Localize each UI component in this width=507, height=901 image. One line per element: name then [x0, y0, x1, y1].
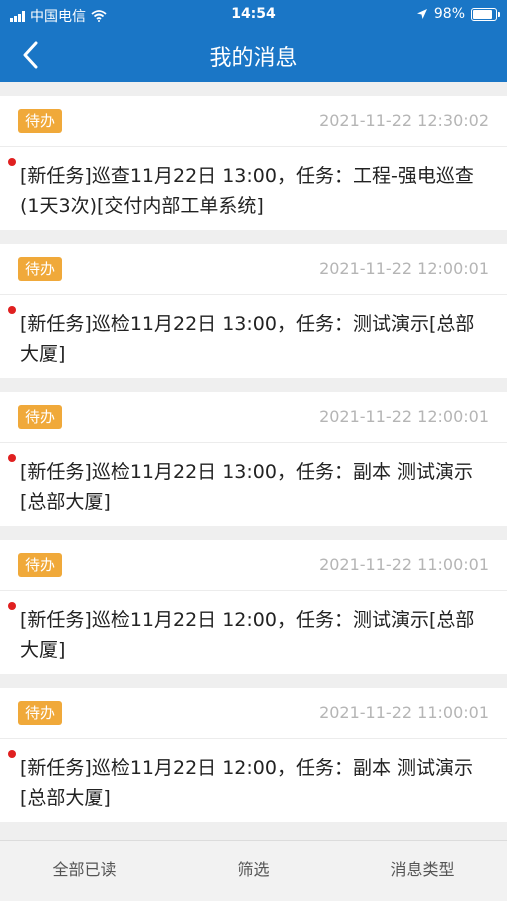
message-content: [新任务]巡检11月22日 13:00，任务：测试演示[总部大厦] — [20, 313, 475, 365]
message-item[interactable]: 待办 2021-11-22 11:00:01 [新任务]巡检11月22日 12:… — [0, 540, 507, 674]
message-content: [新任务]巡查11月22日 13:00，任务：工程-强电巡查(1天3次)[交付内… — [20, 165, 474, 217]
message-time: 2021-11-22 12:00:01 — [319, 407, 489, 426]
message-time: 2021-11-22 12:30:02 — [319, 111, 489, 130]
todo-badge: 待办 — [18, 109, 63, 133]
message-header: 待办 2021-11-22 12:30:02 — [0, 96, 507, 147]
mark-all-read-button[interactable]: 全部已读 — [0, 841, 169, 901]
app-header: 中国电信 14:54 98% 我的消息 — [0, 0, 507, 82]
todo-badge: 待办 — [18, 701, 63, 725]
filter-button[interactable]: 筛选 — [169, 841, 338, 901]
unread-dot — [8, 750, 16, 758]
message-time: 2021-11-22 12:00:01 — [319, 259, 489, 278]
message-item[interactable]: 待办 2021-11-22 12:00:01 [新任务]巡检11月22日 13:… — [0, 244, 507, 378]
status-right: 98% — [416, 6, 500, 22]
todo-badge: 待办 — [18, 405, 63, 429]
message-content: [新任务]巡检11月22日 13:00，任务：副本 测试演示[总部大厦] — [20, 461, 474, 513]
message-header: 待办 2021-11-22 11:00:01 — [0, 688, 507, 739]
message-type-button[interactable]: 消息类型 — [338, 841, 507, 901]
message-time: 2021-11-22 11:00:01 — [319, 703, 489, 722]
todo-badge: 待办 — [18, 257, 63, 281]
message-content: [新任务]巡检11月22日 12:00，任务：测试演示[总部大厦] — [20, 609, 475, 661]
unread-dot — [8, 158, 16, 166]
battery-icon — [471, 7, 500, 21]
message-time: 2021-11-22 11:00:01 — [319, 555, 489, 574]
message-content: [新任务]巡检11月22日 12:00，任务：副本 测试演示[总部大厦] — [20, 757, 474, 809]
message-header: 待办 2021-11-22 11:00:01 — [0, 540, 507, 591]
message-body: [新任务]巡检11月22日 12:00，任务：测试演示[总部大厦] — [0, 591, 507, 665]
message-item[interactable]: 待办 2021-11-22 12:00:01 [新任务]巡检11月22日 13:… — [0, 392, 507, 526]
unread-dot — [8, 306, 16, 314]
message-body: [新任务]巡查11月22日 13:00，任务：工程-强电巡查(1天3次)[交付内… — [0, 147, 507, 221]
battery-percent: 98% — [433, 6, 465, 22]
message-body: [新任务]巡检11月22日 13:00，任务：副本 测试演示[总部大厦] — [0, 443, 507, 517]
location-arrow-icon — [416, 9, 427, 19]
message-header: 待办 2021-11-22 12:00:01 — [0, 244, 507, 295]
todo-badge: 待办 — [18, 553, 63, 577]
unread-dot — [8, 454, 16, 462]
page-title: 我的消息 — [209, 46, 298, 71]
message-body: [新任务]巡检11月22日 12:00，任务：副本 测试演示[总部大厦] — [0, 739, 507, 813]
unread-dot — [8, 602, 16, 610]
message-body: [新任务]巡检11月22日 13:00，任务：测试演示[总部大厦] — [0, 295, 507, 369]
message-list: 待办 2021-11-22 12:30:02 [新任务]巡查11月22日 13:… — [0, 96, 507, 836]
message-item[interactable]: 待办 2021-11-22 11:00:01 [新任务]巡检11月22日 12:… — [0, 688, 507, 822]
message-item[interactable]: 待办 2021-11-22 12:30:02 [新任务]巡查11月22日 13:… — [0, 96, 507, 230]
nav-bar: 我的消息 — [0, 28, 507, 82]
bottom-toolbar: 全部已读 筛选 消息类型 — [0, 840, 507, 901]
message-header: 待办 2021-11-22 12:00:01 — [0, 392, 507, 443]
status-bar: 中国电信 14:54 98% — [0, 0, 507, 28]
